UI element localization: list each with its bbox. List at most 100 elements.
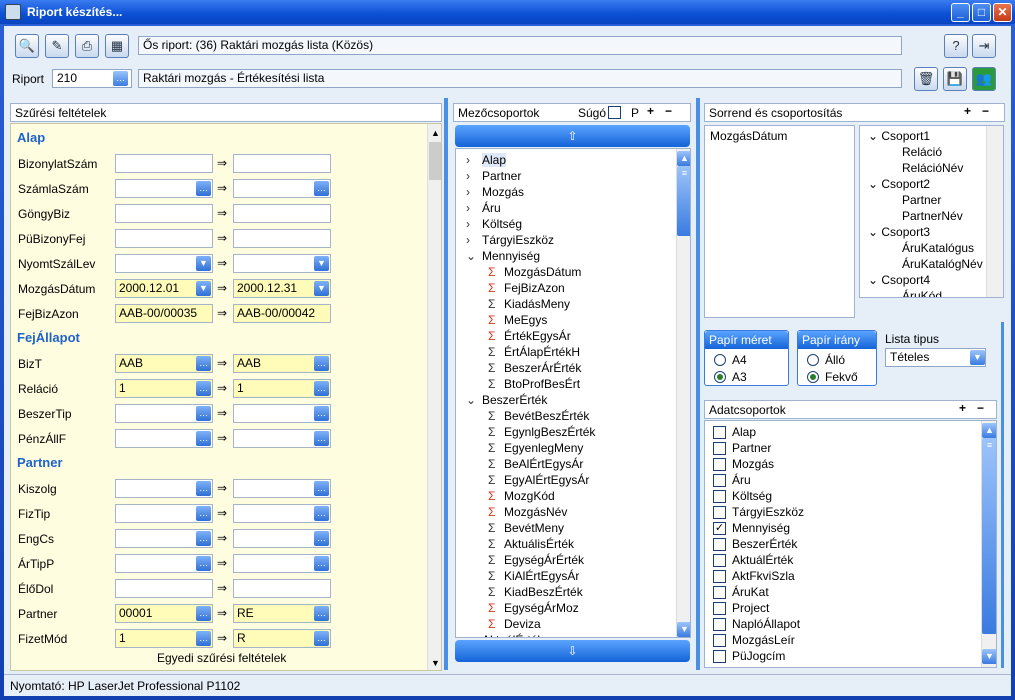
lookup-icon[interactable]: … (196, 606, 211, 621)
datagroup-checkbox[interactable] (713, 650, 726, 663)
edit-report-icon[interactable]: ✎ (45, 34, 69, 58)
group-item[interactable]: ⌄ Csoport1 (868, 129, 930, 143)
preview-icon[interactable]: 🔍 (15, 34, 39, 58)
lookup-icon[interactable]: … (196, 506, 211, 521)
lookup-icon[interactable]: … (314, 481, 329, 496)
dg-scroll-up-icon[interactable]: ▲ (982, 423, 996, 438)
filter-to-input[interactable]: … (233, 529, 331, 548)
datagroup-checkbox[interactable] (713, 538, 726, 551)
lookup-icon[interactable]: … (196, 531, 211, 546)
datagroup-checkbox[interactable] (713, 618, 726, 631)
lookup-icon[interactable]: … (314, 356, 329, 371)
filter-to-input[interactable]: RE… (233, 604, 331, 623)
delete-icon[interactable]: 🗑 (914, 67, 938, 91)
filter-from-input[interactable] (115, 229, 213, 248)
group-item[interactable]: RelációNév (902, 161, 963, 175)
group-item[interactable]: ⌄ Csoport2 (868, 177, 930, 191)
radio-fekvo[interactable] (807, 371, 819, 383)
filter-to-input[interactable]: 2000.12.31 ▼ (233, 279, 331, 298)
datagroup-checkbox[interactable] (713, 602, 726, 615)
tree-item[interactable]: ⌄ Mennyiség (466, 249, 540, 263)
exit-icon[interactable]: ⇥ (972, 34, 996, 58)
lookup-icon[interactable]: … (196, 406, 211, 421)
tree-item[interactable]: ⌄AktuálÉrték (466, 633, 543, 637)
tree-item[interactable]: Σ EgyAlÉrtEgysÁr (488, 473, 589, 487)
tree-item[interactable]: Σ BeszerÁrÉrték (488, 361, 581, 375)
datagroup-checkbox[interactable] (713, 586, 726, 599)
users-icon[interactable]: 👥 (972, 67, 996, 91)
tree-item[interactable]: › TárgyiEszköz (466, 233, 554, 247)
tree-item[interactable]: Σ Deviza (488, 617, 541, 631)
scroll-up-icon[interactable]: ▲ (431, 128, 440, 138)
tree-item[interactable]: › Partner (466, 169, 521, 183)
lookup-icon[interactable]: … (196, 481, 211, 496)
fieldtree-scrollbar[interactable]: ▲ ≡ ▼ (676, 149, 690, 637)
filter-to-input[interactable]: 1… (233, 379, 331, 398)
lookup-icon[interactable]: … (314, 181, 329, 196)
filter-from-input[interactable]: 1… (115, 629, 213, 648)
datagroups-add-icon[interactable]: + (959, 401, 966, 415)
filter-from-input[interactable] (115, 154, 213, 173)
filter-from-input[interactable]: 2000.12.01 ▼ (115, 279, 213, 298)
filter-to-input[interactable]: … (233, 479, 331, 498)
move-down-button[interactable]: ⇩ (455, 640, 690, 662)
datagroup-checkbox[interactable] (713, 490, 726, 503)
group-item[interactable]: ⌄ Csoport3 (868, 225, 930, 239)
lookup-icon[interactable]: … (314, 556, 329, 571)
chevron-down-icon[interactable]: ▼ (970, 350, 985, 365)
save-icon[interactable]: 💾 (943, 67, 967, 91)
lookup-icon[interactable]: … (314, 631, 329, 646)
datagroup-checkbox[interactable] (713, 634, 726, 647)
lookup-icon[interactable]: … (196, 556, 211, 571)
tree-item[interactable]: Σ BeAlÉrtEgysÁr (488, 457, 583, 471)
tree-item[interactable]: Σ EgyenlegMeny (488, 441, 583, 455)
filter-to-input[interactable]: … (233, 504, 331, 523)
lookup-icon[interactable]: … (314, 431, 329, 446)
help-icon[interactable]: ? (944, 34, 968, 58)
tree-item[interactable]: Σ ÉrtÁlapÉrtékH (488, 345, 580, 359)
tree-item[interactable]: Σ KiadásMeny (488, 297, 570, 311)
sort-item[interactable]: MozgásDátum (710, 129, 787, 143)
group-item[interactable]: ÁruKatalógNév (902, 257, 983, 271)
radio-allo[interactable] (807, 354, 819, 366)
lookup-icon[interactable]: … (314, 406, 329, 421)
tree-item[interactable]: Σ KiAlÉrtEgysÁr (488, 569, 579, 583)
tree-item[interactable]: Σ ÉrtékEgysÁr (488, 329, 571, 343)
datagroup-checkbox[interactable] (713, 426, 726, 439)
scroll-thumb[interactable] (429, 142, 441, 180)
radio-a4[interactable] (714, 354, 726, 366)
chevron-down-icon[interactable]: ▼ (314, 256, 329, 271)
filter-scrollbar[interactable]: ▲ ▼ (427, 124, 441, 670)
datagroup-checkbox[interactable] (713, 458, 726, 471)
filter-from-input[interactable] (115, 579, 213, 598)
filter-from-input[interactable]: … (115, 504, 213, 523)
lookup-icon[interactable]: … (196, 181, 211, 196)
help-checkbox[interactable] (608, 106, 621, 119)
filter-from-input[interactable]: … (115, 179, 213, 198)
filter-from-input[interactable]: … (115, 554, 213, 573)
lookup-icon[interactable]: … (314, 506, 329, 521)
scroll-thumb[interactable]: ≡ (677, 166, 690, 236)
filter-from-input[interactable]: AAB-00/00035 (115, 304, 213, 323)
filter-to-input[interactable]: … (233, 554, 331, 573)
dg-scroll-down-icon[interactable]: ▼ (982, 649, 996, 664)
group-item[interactable]: Reláció (902, 145, 942, 159)
datagroup-checkbox[interactable] (713, 506, 726, 519)
filter-to-input[interactable] (233, 229, 331, 248)
group-tree[interactable]: ⌄ Csoport1 Reláció RelációNév ⌄ Csoport2 Par… (859, 125, 1004, 298)
title-bar[interactable]: Riport készítés... _ □ ✕ (0, 0, 1015, 24)
tree-item[interactable]: Σ KiadBeszÉrték (488, 585, 583, 599)
lookup-icon[interactable]: … (314, 606, 329, 621)
filter-from-input[interactable]: … (115, 404, 213, 423)
filter-to-input[interactable] (233, 579, 331, 598)
lookup-icon[interactable]: … (196, 356, 211, 371)
add-icon[interactable]: + (647, 104, 654, 118)
chevron-down-icon[interactable]: ▼ (196, 281, 211, 296)
group-item[interactable]: ÁruKód (902, 289, 942, 297)
sort-remove-icon[interactable]: − (982, 104, 989, 118)
chevron-down-icon[interactable]: ▼ (314, 281, 329, 296)
group-item[interactable]: PartnerNév (902, 209, 963, 223)
tree-item[interactable]: Σ EgységÁrÉrték (488, 553, 584, 567)
maximize-button[interactable]: □ (972, 3, 991, 22)
datagroup-checkbox[interactable] (713, 442, 726, 455)
